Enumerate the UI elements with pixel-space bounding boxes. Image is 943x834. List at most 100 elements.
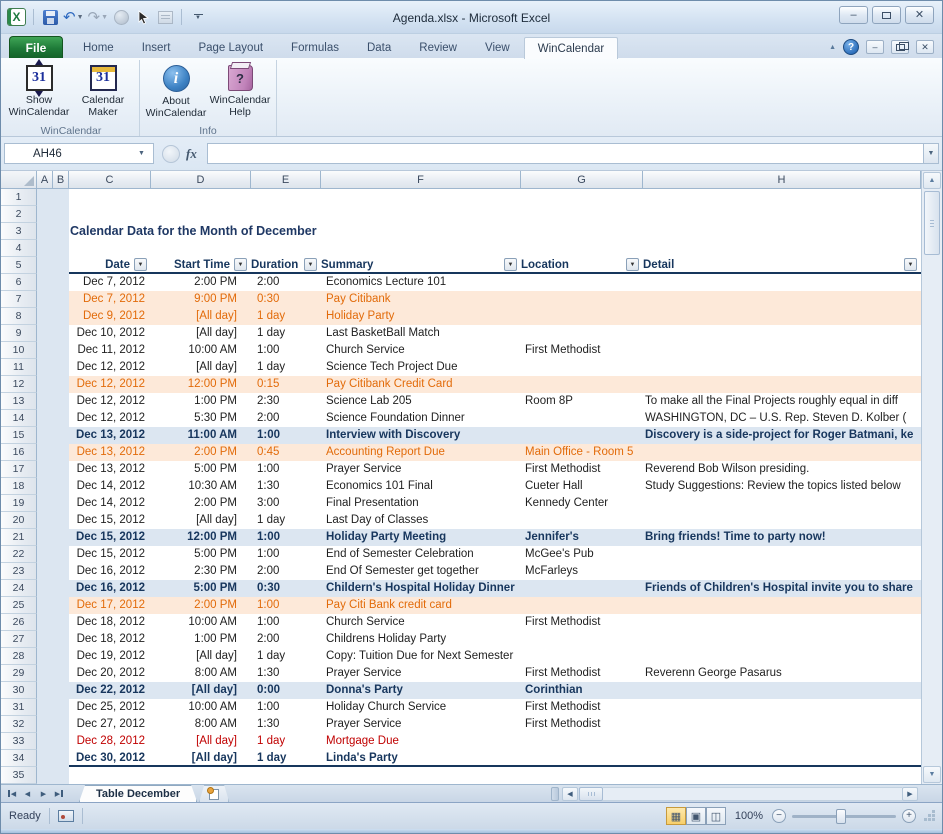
cell-H9[interactable]	[643, 325, 921, 342]
zoom-out-button[interactable]: −	[772, 809, 786, 823]
table-header-duration[interactable]: Duration▼	[251, 257, 321, 272]
cell-A24[interactable]	[37, 580, 53, 597]
cell-B20[interactable]	[53, 512, 69, 529]
cell-G23[interactable]: McFarleys	[521, 563, 643, 580]
cell-A22[interactable]	[37, 546, 53, 563]
cell-B23[interactable]	[53, 563, 69, 580]
cell-H26[interactable]	[643, 614, 921, 631]
cell-F8[interactable]: Holiday Party	[321, 308, 521, 325]
cell-E26[interactable]: 1:00	[251, 614, 321, 631]
cell-D9[interactable]: [All day]	[151, 325, 251, 342]
cell-B4[interactable]	[53, 240, 69, 257]
cell-G27[interactable]	[521, 631, 643, 648]
cell-G10[interactable]: First Methodist	[521, 342, 643, 359]
cell-B24[interactable]	[53, 580, 69, 597]
horizontal-scroll-track[interactable]	[603, 787, 902, 801]
cell-H29[interactable]: Reverenn George Pasarus	[643, 665, 921, 682]
tab-page-layout[interactable]: Page Layout	[184, 36, 277, 58]
filter-dropdown-icon[interactable]: ▼	[904, 258, 917, 271]
table-header-start-time[interactable]: Start Time▼	[151, 257, 251, 272]
cell-F20[interactable]: Last Day of Classes	[321, 512, 521, 529]
cell-H28[interactable]	[643, 648, 921, 665]
cell-G15[interactable]	[521, 427, 643, 444]
cell-A25[interactable]	[37, 597, 53, 614]
cell-A17[interactable]	[37, 461, 53, 478]
row-header-3[interactable]: 3	[1, 223, 37, 240]
previous-sheet-button[interactable]: ◀	[20, 787, 35, 801]
cell-B2[interactable]	[53, 206, 69, 223]
cell-G30[interactable]: Corinthian	[521, 682, 643, 699]
scroll-left-button[interactable]: ◀	[562, 787, 578, 801]
cell-G31[interactable]: First Methodist	[521, 699, 643, 716]
cell-C12[interactable]: Dec 12, 2012	[69, 376, 151, 393]
cell-D15[interactable]: 11:00 AM	[151, 427, 251, 444]
expand-formula-bar-button[interactable]: ▼	[923, 143, 939, 164]
cell-F26[interactable]: Church Service	[321, 614, 521, 631]
row-header-17[interactable]: 17	[1, 461, 37, 478]
cell-F24[interactable]: Childern's Hospital Holiday Dinner	[321, 580, 521, 597]
cell-G32[interactable]: First Methodist	[521, 716, 643, 733]
cell-D14[interactable]: 5:30 PM	[151, 410, 251, 427]
cell-E20[interactable]: 1 day	[251, 512, 321, 529]
cell-B18[interactable]	[53, 478, 69, 495]
workbook-close-button[interactable]: ✕	[916, 40, 934, 54]
horizontal-scroll-thumb[interactable]	[579, 787, 603, 801]
cell-C15[interactable]: Dec 13, 2012	[69, 427, 151, 444]
cell-B32[interactable]	[53, 716, 69, 733]
cell-E12[interactable]: 0:15	[251, 376, 321, 393]
row-header-23[interactable]: 23	[1, 563, 37, 580]
table-header-summary[interactable]: Summary▼	[321, 257, 521, 272]
about-wincalendar-button[interactable]: i About WinCalendar	[144, 62, 208, 124]
cell-A7[interactable]	[37, 291, 53, 308]
cell-A33[interactable]	[37, 733, 53, 750]
cell-D12[interactable]: 12:00 PM	[151, 376, 251, 393]
cell-C20[interactable]: Dec 15, 2012	[69, 512, 151, 529]
cell-C19[interactable]: Dec 14, 2012	[69, 495, 151, 512]
cell-F19[interactable]: Final Presentation	[321, 495, 521, 512]
cell-F21[interactable]: Holiday Party Meeting	[321, 529, 521, 546]
row-header-31[interactable]: 31	[1, 699, 37, 716]
cell-G29[interactable]: First Methodist	[521, 665, 643, 682]
cell-C31[interactable]: Dec 25, 2012	[69, 699, 151, 716]
cell-H27[interactable]	[643, 631, 921, 648]
redo-button[interactable]: ↷▼	[88, 7, 109, 27]
cell-B1[interactable]	[53, 189, 69, 206]
cell-G8[interactable]	[521, 308, 643, 325]
cell-F13[interactable]: Science Lab 205	[321, 393, 521, 410]
name-box[interactable]: AH46 ▼	[4, 143, 154, 164]
row-header-15[interactable]: 15	[1, 427, 37, 444]
select-all-corner[interactable]	[1, 171, 37, 189]
cell-C23[interactable]: Dec 16, 2012	[69, 563, 151, 580]
tab-split-handle[interactable]	[551, 787, 559, 801]
cell-A13[interactable]	[37, 393, 53, 410]
row-header-1[interactable]: 1	[1, 189, 37, 206]
row-header-4[interactable]: 4	[1, 240, 37, 257]
cell-A12[interactable]	[37, 376, 53, 393]
cell-D21[interactable]: 12:00 PM	[151, 529, 251, 546]
insert-function-button[interactable]: fx	[186, 146, 197, 162]
cell-E28[interactable]: 1 day	[251, 648, 321, 665]
cell-A31[interactable]	[37, 699, 53, 716]
cell-A21[interactable]	[37, 529, 53, 546]
row-header-25[interactable]: 25	[1, 597, 37, 614]
row-header-18[interactable]: 18	[1, 478, 37, 495]
cell-B25[interactable]	[53, 597, 69, 614]
cell-C13[interactable]: Dec 12, 2012	[69, 393, 151, 410]
cell-E8[interactable]: 1 day	[251, 308, 321, 325]
cell-D23[interactable]: 2:30 PM	[151, 563, 251, 580]
cell-B15[interactable]	[53, 427, 69, 444]
vertical-scrollbar[interactable]: ▲ ▼	[921, 171, 942, 784]
cell-D6[interactable]: 2:00 PM	[151, 274, 251, 291]
cell-B11[interactable]	[53, 359, 69, 376]
column-header-C[interactable]: C	[69, 171, 151, 189]
cell-G24[interactable]	[521, 580, 643, 597]
cell-A11[interactable]	[37, 359, 53, 376]
cell-H31[interactable]	[643, 699, 921, 716]
table-header-location[interactable]: Location▼	[521, 257, 643, 272]
cell-H8[interactable]	[643, 308, 921, 325]
cell-A4[interactable]	[37, 240, 53, 257]
cell-A1[interactable]	[37, 189, 53, 206]
minimize-button[interactable]: –	[839, 6, 868, 24]
cell-E9[interactable]: 1 day	[251, 325, 321, 342]
maximize-button[interactable]	[872, 6, 901, 24]
